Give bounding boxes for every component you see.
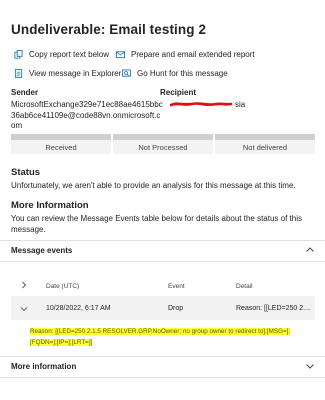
event-date: 10/28/2022, 6:17 AM [46,305,111,312]
more-info-text: You can review the Message Events table … [11,214,302,234]
sender-label: Sender [11,88,39,97]
copy-report-button[interactable]: Copy report text below [14,50,109,59]
sender-value-line2: 36ab6ce41109e@code88vn.onmicrosoft.c [11,110,161,120]
prepare-email-label: Prepare and email extended report [131,50,255,59]
chevron-right-icon[interactable] [20,281,28,289]
sender-value-line3: om [11,121,23,130]
copy-icon [14,50,23,59]
column-date[interactable]: Date (UTC) [46,283,79,290]
status-heading: Status [11,167,41,178]
reason-line-1: Reason: [[LED=250 2.1.5 RESOLVER.GRP.NoO… [30,328,291,335]
mail-icon [116,51,125,59]
chevron-down-icon[interactable] [20,305,28,313]
recipient-label: Recipient [160,88,197,97]
copy-report-label: Copy report text below [29,50,110,59]
event-reason-detail: Reason: [[LED=250 2.1.5 RESOLVER.GRP.NoO… [30,327,295,348]
message-report-panel: Undeliverable: Email testing 2 Copy repo… [0,0,325,400]
step-received: Received [11,140,111,154]
divider [0,261,325,262]
go-hunt-label: Go Hunt for this message [137,69,228,78]
event-detail: Reason: [[LED=250 2.... [236,305,311,312]
more-information-panel-heading[interactable]: More information [11,362,76,371]
chevron-up-icon[interactable] [305,245,315,255]
go-hunt-button[interactable]: Go Hunt for this message [122,69,228,78]
delivery-steps: Received Not Processed Not delivered [11,140,315,154]
prepare-email-report-button[interactable]: Prepare and email extended report [116,50,255,59]
column-detail[interactable]: Detail [236,283,253,290]
step-not-processed: Not Processed [113,140,213,154]
column-event[interactable]: Event [168,283,185,290]
status-text: Unfortunately, we aren't able to provide… [11,181,296,190]
event-type: Drop [168,305,184,312]
chevron-down-icon[interactable] [305,361,315,371]
more-info-heading: More Information [11,200,89,211]
view-message-label: View message in Explorer [29,69,122,78]
divider [0,377,325,378]
sender-value-line1: MicrosoftExchange329e71ec88ae4615bbc [11,100,163,109]
divider [0,356,325,357]
recipient-value-suffix: sia [235,100,246,109]
document-icon [14,69,23,78]
step-not-delivered: Not delivered [215,140,315,154]
divider [0,240,325,241]
reason-line-2: [FQDN=];[IP=];[LRT=]] [30,338,93,346]
view-message-explorer-button[interactable]: View message in Explorer [14,69,121,78]
page-title: Undeliverable: Email testing 2 [11,22,207,37]
message-events-heading[interactable]: Message events [11,246,72,255]
recipient-redaction [170,102,232,107]
hunt-icon [122,69,131,77]
